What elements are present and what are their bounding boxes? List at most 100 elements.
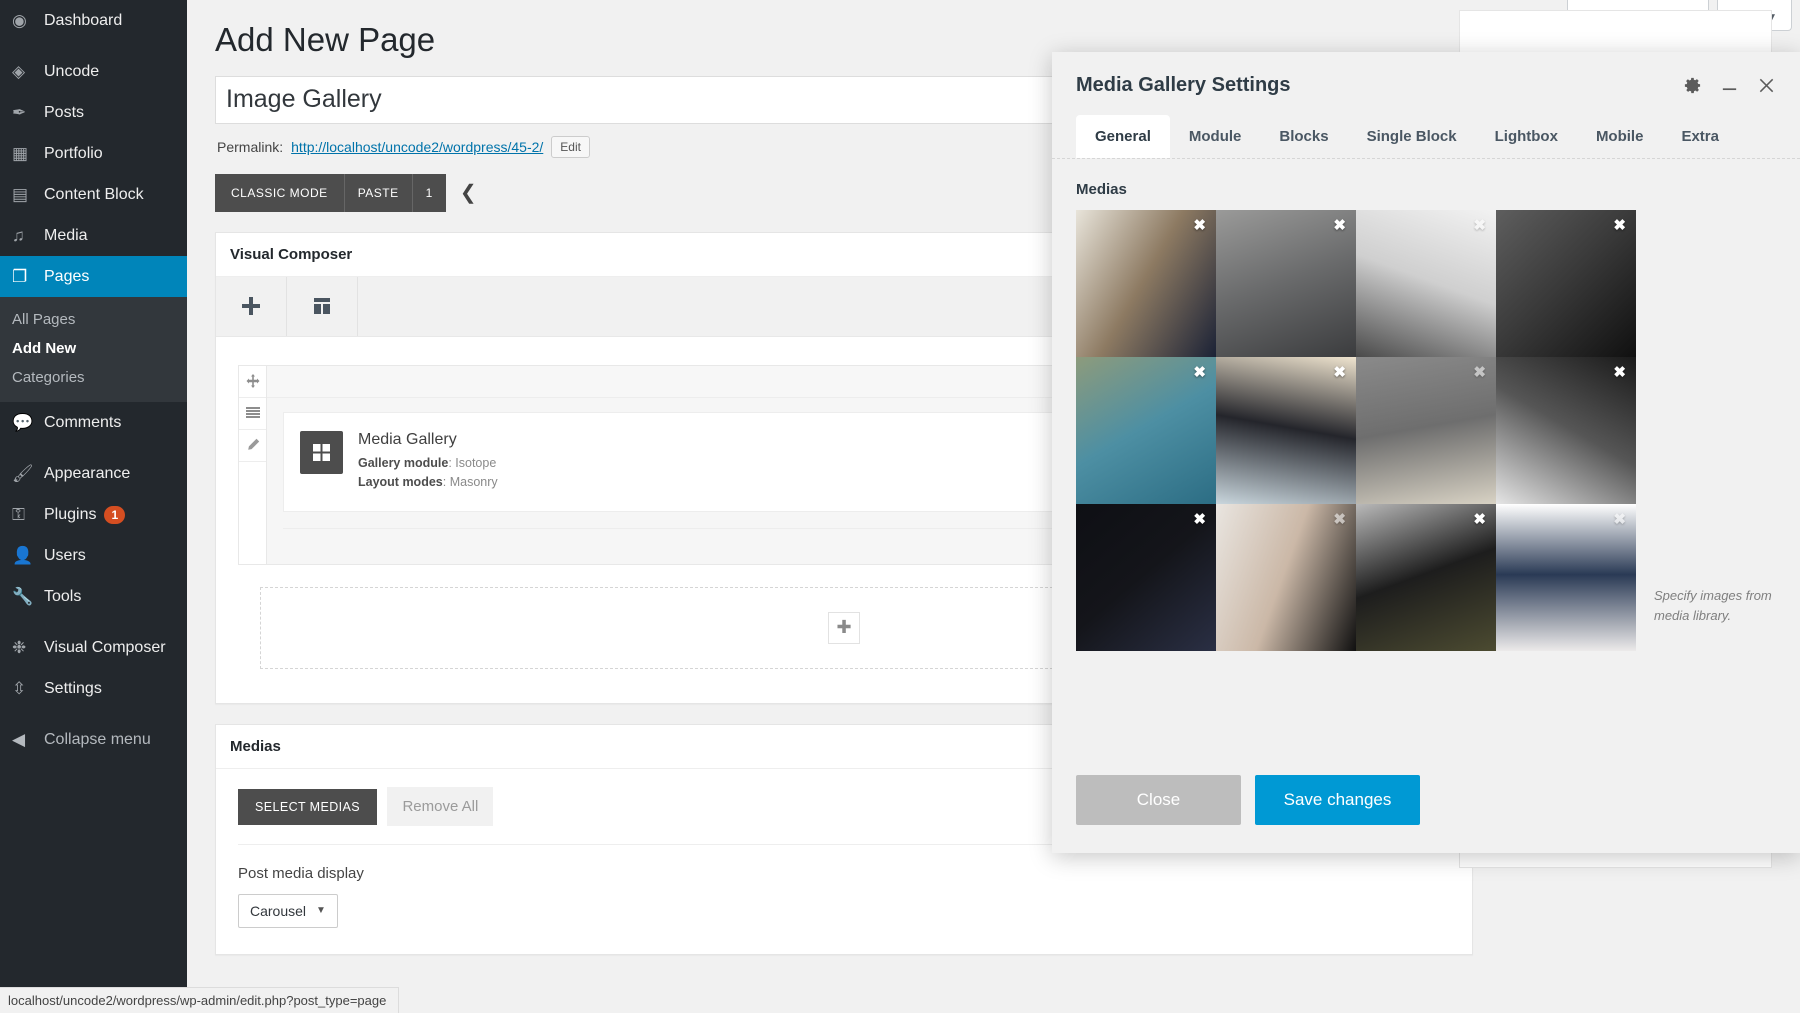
permalink-label: Permalink: — [217, 139, 283, 155]
sidebar-item-posts[interactable]: ✒Posts — [0, 92, 187, 133]
sidebar-item-label: Users — [44, 547, 187, 565]
gallery-thumbnail[interactable]: ✖ — [1356, 357, 1496, 504]
edit-row-icon[interactable] — [239, 430, 266, 462]
sidebar-item-appearance[interactable]: 🖌Appearance — [0, 453, 187, 494]
permalink-edit-button[interactable]: Edit — [551, 136, 590, 158]
sidebar-item-dashboard[interactable]: ◉Dashboard — [0, 0, 187, 41]
paste-button[interactable]: PASTE — [345, 174, 412, 212]
media-icon: ♫ — [12, 226, 44, 246]
sidebar-item-settings[interactable]: ⇳Settings — [0, 668, 187, 709]
add-element-icon — [240, 295, 262, 317]
gallery-thumbnail[interactable]: ✖ — [1216, 504, 1356, 651]
sidebar-item-label: Dashboard — [44, 12, 187, 30]
admin-sidebar: ◉Dashboard◈Uncode✒Posts▦Portfolio▤Conten… — [0, 0, 187, 1013]
gallery-thumbnail[interactable]: ✖ — [1076, 210, 1216, 357]
gallery-help-text: Specify images from media library. — [1654, 586, 1776, 651]
remove-thumbnail-icon[interactable]: ✖ — [1193, 218, 1206, 233]
row-layout-icon[interactable] — [239, 398, 266, 430]
wrench-icon: 🔧 — [12, 587, 44, 607]
sidebar-item-comments[interactable]: 💬Comments — [0, 402, 187, 443]
gallery-thumbnail[interactable]: ✖ — [1496, 357, 1636, 504]
tab-blocks[interactable]: Blocks — [1260, 115, 1347, 158]
submenu-item-all-pages[interactable]: All Pages — [0, 305, 187, 334]
remove-thumbnail-icon[interactable]: ✖ — [1333, 512, 1346, 527]
paste-count-badge[interactable]: 1 — [413, 174, 446, 212]
vc-templates-button[interactable] — [287, 277, 358, 336]
sidebar-item-users[interactable]: 👤Users — [0, 535, 187, 576]
pages-icon: ❐ — [12, 267, 44, 287]
save-changes-button[interactable]: Save changes — [1255, 775, 1420, 825]
sidebar-item-label: Tools — [44, 588, 187, 606]
modal-body: Medias ✖ ✖ ✖ ✖ ✖ ✖ ✖ ✖ ✖ ✖ ✖ ✖ Specify images from … — [1052, 159, 1800, 775]
minimize-icon[interactable] — [1720, 76, 1739, 95]
sidebar-item-collapse-menu[interactable]: ◀Collapse menu — [0, 719, 187, 760]
remove-all-button[interactable]: Remove All — [387, 787, 493, 826]
submenu-item-add-new[interactable]: Add New — [0, 334, 187, 363]
vc-add-element-button[interactable] — [216, 277, 287, 336]
permalink-link[interactable]: http://localhost/uncode2/wordpress/45-2/ — [291, 139, 543, 155]
sidebar-item-label: Appearance — [44, 465, 187, 483]
menu-spacer — [0, 41, 187, 51]
submenu-item-categories[interactable]: Categories — [0, 363, 187, 392]
sidebar-item-label: Comments — [44, 414, 187, 432]
gallery-thumbnail[interactable]: ✖ — [1076, 504, 1216, 651]
close-icon[interactable] — [1757, 76, 1776, 95]
gallery-thumbnail[interactable]: ✖ — [1496, 210, 1636, 357]
select-medias-button[interactable]: SELECT MEDIAS — [238, 789, 377, 825]
gallery-thumbnail[interactable]: ✖ — [1356, 504, 1496, 651]
sidebar-item-label: Visual Composer — [44, 639, 187, 657]
close-button[interactable]: Close — [1076, 775, 1241, 825]
remove-thumbnail-icon[interactable]: ✖ — [1613, 365, 1626, 380]
gallery-thumbnail[interactable]: ✖ — [1216, 210, 1356, 357]
vc-icon: ❉ — [12, 638, 44, 658]
gallery-thumbnail[interactable]: ✖ — [1076, 357, 1216, 504]
drag-move-icon[interactable] — [239, 366, 266, 398]
remove-thumbnail-icon[interactable]: ✖ — [1473, 218, 1486, 233]
sidebar-item-uncode[interactable]: ◈Uncode — [0, 51, 187, 92]
gear-icon[interactable] — [1683, 76, 1702, 95]
remove-thumbnail-icon[interactable]: ✖ — [1613, 218, 1626, 233]
sidebar-item-label: Plugins1 — [44, 506, 187, 524]
modal-header: Media Gallery Settings — [1052, 52, 1800, 97]
sidebar-item-label: Content Block — [44, 186, 187, 204]
tab-mobile[interactable]: Mobile — [1577, 115, 1663, 158]
sidebar-item-pages[interactable]: ❐Pages — [0, 256, 187, 297]
user-icon: 👤 — [12, 546, 44, 566]
sidebar-item-tools[interactable]: 🔧Tools — [0, 576, 187, 617]
gallery-section: ✖ ✖ ✖ ✖ ✖ ✖ ✖ ✖ ✖ ✖ ✖ ✖ Specify images from media l… — [1076, 210, 1776, 651]
modal-title: Media Gallery Settings — [1076, 74, 1683, 97]
plug-icon: ⚿ — [12, 505, 44, 525]
sidebar-menu-top: ◉Dashboard◈Uncode✒Posts▦Portfolio▤Conten… — [0, 0, 187, 297]
tab-lightbox[interactable]: Lightbox — [1476, 115, 1577, 158]
gallery-thumbnail[interactable]: ✖ — [1496, 504, 1636, 651]
medias-section-label: Medias — [1076, 181, 1776, 198]
sidebar-item-content-block[interactable]: ▤Content Block — [0, 174, 187, 215]
tab-extra[interactable]: Extra — [1662, 115, 1738, 158]
sidebar-item-portfolio[interactable]: ▦Portfolio — [0, 133, 187, 174]
menu-spacer — [0, 443, 187, 453]
remove-thumbnail-icon[interactable]: ✖ — [1333, 365, 1346, 380]
tab-module[interactable]: Module — [1170, 115, 1261, 158]
collapse-icon: ◀ — [12, 730, 44, 750]
remove-thumbnail-icon[interactable]: ✖ — [1473, 365, 1486, 380]
gallery-thumbnail-grid: ✖ ✖ ✖ ✖ ✖ ✖ ✖ ✖ ✖ ✖ ✖ ✖ — [1076, 210, 1636, 651]
post-media-display-select[interactable]: Carousel ▼ — [238, 894, 338, 928]
remove-thumbnail-icon[interactable]: ✖ — [1333, 218, 1346, 233]
remove-thumbnail-icon[interactable]: ✖ — [1473, 512, 1486, 527]
remove-thumbnail-icon[interactable]: ✖ — [1613, 512, 1626, 527]
sidebar-item-label: Uncode — [44, 63, 187, 81]
vc-dropzone-add-button[interactable]: ✚ — [828, 612, 860, 644]
sidebar-item-visual-composer[interactable]: ❉Visual Composer — [0, 627, 187, 668]
classic-mode-button[interactable]: CLASSIC MODE — [215, 174, 344, 212]
gallery-thumbnail[interactable]: ✖ — [1216, 357, 1356, 504]
chevron-left-icon[interactable]: ❮ — [460, 180, 477, 205]
sidebar-item-media[interactable]: ♫Media — [0, 215, 187, 256]
content-block-icon: ▤ — [12, 185, 44, 205]
remove-thumbnail-icon[interactable]: ✖ — [1193, 365, 1206, 380]
tab-single-block[interactable]: Single Block — [1348, 115, 1476, 158]
vc-row-controls — [238, 365, 266, 565]
sidebar-item-plugins[interactable]: ⚿Plugins1 — [0, 494, 187, 535]
tab-general[interactable]: General — [1076, 115, 1170, 158]
gallery-thumbnail[interactable]: ✖ — [1356, 210, 1496, 357]
remove-thumbnail-icon[interactable]: ✖ — [1193, 512, 1206, 527]
